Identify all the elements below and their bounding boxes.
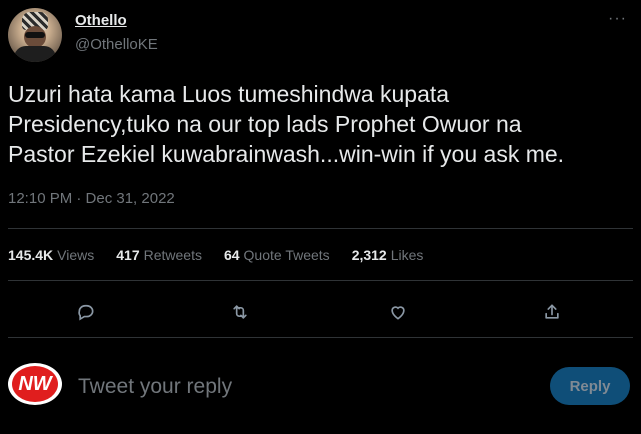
nw-logo: NW	[12, 366, 58, 402]
stat-likes-label: Likes	[390, 247, 424, 263]
reply-button[interactable]: Reply	[550, 367, 630, 405]
stat-views-value: 145.4K	[8, 247, 54, 263]
stat-likes[interactable]: 2,312 Likes	[352, 247, 424, 263]
tweet-actions	[8, 290, 633, 334]
avatar-suit	[14, 46, 56, 62]
author-handle[interactable]: @OthelloKE	[75, 36, 158, 53]
more-options-icon[interactable]: ···	[608, 11, 627, 27]
scrollbar[interactable]	[636, 0, 641, 434]
stat-quote-tweets-value: 64	[223, 247, 240, 263]
stat-retweets[interactable]: 417 Retweets	[116, 247, 202, 263]
retweet-icon[interactable]	[226, 298, 254, 326]
tweet-text: Uzuri hata kama Luos tumeshindwa kupata …	[8, 81, 565, 167]
tweet-header: Othello @OthelloKE ···	[8, 8, 633, 64]
share-icon[interactable]	[538, 298, 566, 326]
reply-input[interactable]	[76, 370, 520, 404]
stat-retweets-label: Retweets	[143, 247, 202, 263]
author-avatar[interactable]	[8, 8, 62, 62]
tweet-timestamp[interactable]: 12:10 PM · Dec 31, 2022	[8, 190, 175, 207]
stat-quote-tweets[interactable]: 64 Quote Tweets	[224, 247, 330, 263]
divider	[8, 337, 633, 338]
stat-quote-tweets-label: Quote Tweets	[243, 247, 330, 263]
divider	[8, 228, 633, 229]
avatar-glasses	[25, 32, 45, 38]
author-name[interactable]: Othello	[75, 12, 127, 29]
reply-composer: NW Reply	[8, 350, 633, 420]
stat-retweets-value: 417	[116, 247, 140, 263]
heart-icon[interactable]	[384, 298, 412, 326]
stat-likes-value: 2,312	[351, 247, 387, 263]
tweet-stats: 145.4K Views 417 Retweets 64 Quote Tweet…	[8, 247, 445, 263]
comment-icon[interactable]	[72, 298, 100, 326]
user-avatar[interactable]: NW	[8, 363, 62, 405]
divider	[8, 280, 633, 281]
stat-views-label: Views	[57, 247, 95, 263]
stat-views[interactable]: 145.4K Views	[8, 247, 94, 263]
